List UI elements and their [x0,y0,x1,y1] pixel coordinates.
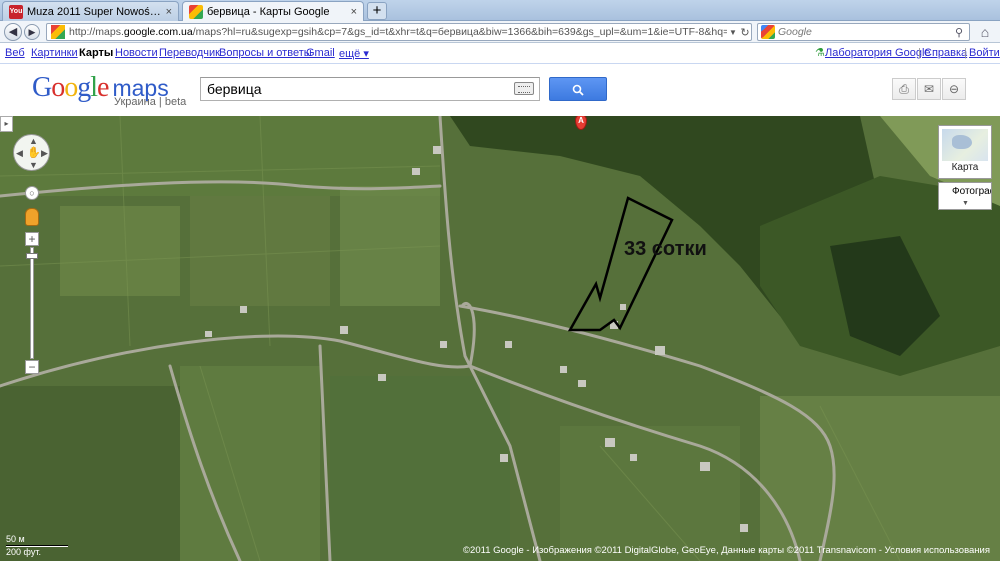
gbar-link-web[interactable]: Веб [5,47,25,59]
tab-bar: You Muza 2011 Super Nowość z Rosji (kac.… [0,0,1000,22]
close-icon[interactable]: × [166,6,172,18]
maps-header: Google maps Украина | beta бервица ⎙ ✉ ⊖ [0,64,1000,116]
zoom-out-button[interactable]: − [25,360,39,374]
google-bar: Веб Картинки Карты Новости Переводчик Во… [0,43,1000,64]
region-label: Украина | beta [114,96,187,108]
scale-imperial: 200 фут. [6,547,41,557]
zoom-slider[interactable] [30,247,34,359]
new-tab-button[interactable]: + [367,2,387,20]
plot-annotation: 33 сотки [624,238,707,260]
map-type-label: Карта [951,162,979,173]
scale-metric: 50 м [6,534,25,544]
layer-label: Фотограф [952,186,991,197]
gbar-link-more[interactable]: ещё ▾ [339,47,369,60]
gbar-link-gmail[interactable]: Gmail [306,47,335,59]
map-copyright[interactable]: ©2011 Google - Изображения ©2011 Digital… [463,545,990,556]
address-bar[interactable]: http://maps.google.com.ua/maps?hl=ru&sug… [46,23,752,41]
tab-label: Muza 2011 Super Nowość z Rosji (kac... [27,5,162,18]
search-input[interactable]: бервица [200,77,540,101]
browser-search-box[interactable]: Google ⚲ [757,23,970,41]
navigation-bar: ◀ ▶ http://maps.google.com.ua/maps?hl=ru… [0,21,1000,43]
collapse-panel-button[interactable]: ▸ [0,116,13,132]
map-type-button[interactable]: Карта [938,125,992,179]
link-icon: ⊖ [948,82,960,96]
map-thumbnail [942,129,988,161]
map-canvas[interactable]: ▸ ▲ ▼ ◀ ▶ ✋ ○ + − A 33 сотки Карта Фотог… [0,116,1000,561]
search-icon[interactable]: ⚲ [955,26,969,39]
gbar-link-news[interactable]: Новости [115,47,158,59]
pan-right-icon[interactable]: ▶ [41,148,48,159]
gbar-link-help[interactable]: Справка [924,47,967,59]
pan-down-icon[interactable]: ▼ [29,160,38,170]
pegman-icon[interactable] [25,208,39,226]
google-engine-icon[interactable] [761,25,775,39]
zoom-in-button[interactable]: + [25,232,39,246]
hand-icon: ✋ [27,147,41,159]
gbar-link-signin[interactable]: Войти [969,47,1000,59]
gbar-link-images[interactable]: Картинки [31,47,78,59]
dropdown-icon[interactable]: ▼ [727,28,739,37]
pan-control[interactable]: ▲ ▼ ◀ ▶ ✋ [13,134,50,171]
flask-icon: ⚗ [815,47,825,59]
keyboard-icon[interactable] [514,82,534,95]
printer-icon: ⎙ [899,82,909,96]
chevron-down-icon[interactable]: ▼ [962,200,969,207]
search-button[interactable] [549,77,607,101]
url-text[interactable]: http://maps.google.com.ua/maps?hl=ru&sug… [69,26,727,38]
gbar-link-labs[interactable]: Лаборатория Google [825,47,931,59]
google-maps-icon [189,5,203,19]
layer-dropdown[interactable]: Фотограф ▼ [938,182,992,210]
pan-left-icon[interactable]: ◀ [16,148,23,159]
reload-icon[interactable]: ↻ [739,26,751,39]
email-button[interactable]: ✉ [917,78,941,100]
pan-up-icon[interactable]: ▲ [29,136,38,146]
back-button[interactable]: ◀ [4,23,22,41]
scale-bar: 50 м 200 фут. [6,534,74,558]
print-button[interactable]: ⎙ [892,78,916,100]
separator: | [964,47,967,59]
tab-youtube[interactable]: You Muza 2011 Super Nowość z Rosji (kac.… [2,1,179,21]
tab-label: бервица - Карты Google [207,6,330,18]
search-icon [572,84,584,96]
search-placeholder: Google [778,26,812,38]
gbar-link-answers[interactable]: Вопросы и ответы [219,47,312,59]
youtube-icon: You [9,4,23,19]
satellite-imagery [0,116,1000,561]
zoom-slider-handle[interactable] [26,253,38,259]
envelope-icon: ✉ [923,82,935,96]
gbar-link-maps: Карты [79,47,114,59]
separator: | [918,47,921,59]
home-icon[interactable]: ⌂ [975,23,995,41]
forward-button[interactable]: ▶ [24,24,40,40]
zoom-reset-icon[interactable]: ○ [25,186,39,200]
close-icon[interactable]: × [351,6,357,18]
gbar-link-translate[interactable]: Переводчик [159,47,220,59]
site-icon [51,25,65,39]
link-button[interactable]: ⊖ [942,78,966,100]
tab-google-maps[interactable]: бервица - Карты Google × [182,1,364,22]
